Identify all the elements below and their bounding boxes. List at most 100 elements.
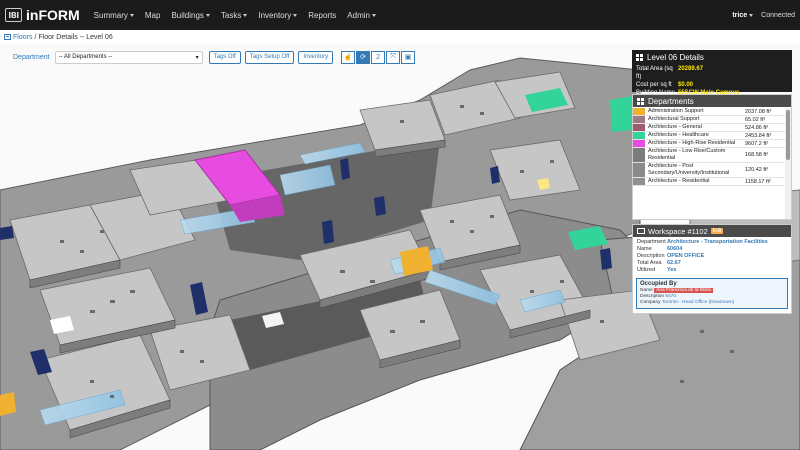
level-key: Total Area (sq ft) [636, 66, 673, 80]
ws-value: 62.67 [667, 260, 681, 266]
department-swatch [633, 163, 645, 177]
departments-panel: Departments Administration Support 2037.0… [632, 94, 792, 220]
dept-healthcare-3 [610, 96, 632, 132]
department-row[interactable]: Architecture - Post Secondary/University… [633, 163, 785, 178]
occupant-name[interactable]: Ana Francisca de la Mora [654, 288, 713, 293]
chevron-down-icon [371, 13, 376, 17]
ws-key: Department [637, 239, 666, 245]
department-row[interactable]: Architecture - General 524.86 ft² [633, 124, 785, 132]
connection-status: Connected [761, 11, 795, 19]
nav-reports[interactable]: Reports [308, 11, 336, 20]
department-swatch [633, 140, 645, 147]
chevron-down-icon [129, 13, 134, 17]
chevron-down-icon: ▾ [195, 54, 199, 61]
user-menu[interactable]: trice [732, 12, 754, 19]
workspace-title: Workspace #1102 [648, 226, 708, 236]
occupant-company-key: Company [640, 300, 661, 305]
nav-tasks-label: Tasks [220, 10, 242, 20]
fit-icon[interactable]: ⤧ [386, 50, 401, 64]
workspace-body: Department Architecture - Transportation … [633, 237, 791, 276]
ws-row-total-area: Total Area 62.67 [637, 260, 787, 267]
nav-buildings-label: Buildings [171, 10, 204, 20]
department-row[interactable]: Architecture - Low Rise/Custom Residenti… [633, 148, 785, 163]
occupied-by-box: Occupied By Name Ana Francisca de la Mor… [636, 278, 788, 309]
level-row-area: Total Area (sq ft) 20289.67 [632, 65, 792, 81]
department-swatch [633, 148, 645, 162]
occupied-by-title: Occupied By [640, 281, 677, 287]
grid-icon [637, 97, 644, 105]
inventory-button[interactable]: Inventory [298, 50, 334, 64]
ws-key: Utilized [637, 267, 656, 273]
department-swatch [633, 108, 645, 115]
department-select-value: -- All Departments -- [58, 54, 113, 60]
nav-tasks[interactable]: Tasks [220, 10, 248, 20]
rotate-icon[interactable]: ⟳ [356, 50, 371, 64]
tags-setup-off-button[interactable]: Tags Setup Off [244, 50, 295, 64]
department-area: 2037.08 ft² [745, 108, 772, 115]
level-value: $0.00 [678, 82, 694, 88]
level-row-cost: Cost per sq ft $0.00 [632, 81, 792, 89]
department-name: Architecture - Healthcare [648, 132, 709, 138]
save-icon[interactable]: ▣ [401, 50, 416, 64]
departments-scrollbar[interactable] [785, 108, 791, 219]
nav-right: trice Connected [732, 0, 795, 30]
monitor-icon [637, 228, 645, 234]
department-area: 9607.2 ft² [745, 140, 769, 147]
department-area: 65.02 ft² [745, 116, 766, 123]
department-row[interactable]: Administration Support 2037.08 ft² [633, 108, 785, 116]
department-area: 2453.84 ft² [745, 132, 772, 139]
ws-key: Name [637, 246, 652, 252]
department-row[interactable]: Architecture - High-Rise Residential 9607… [633, 140, 785, 148]
nav-map[interactable]: Map [145, 11, 161, 20]
ws-value: 60604 [667, 246, 683, 252]
ws-row-name: Name 60604 [637, 246, 787, 253]
nav-map-label: Map [144, 10, 161, 20]
nav-inventory[interactable]: Inventory [258, 11, 298, 20]
floors-icon [4, 34, 11, 40]
breadcrumb-floors-link[interactable]: Floors [13, 34, 32, 41]
occupant-company-row: Company Toronto - Head Office (Downtown) [640, 300, 784, 306]
nav-admin[interactable]: Admin [347, 11, 376, 20]
workspace-panel: Workspace #1102 Edit Department Architect… [632, 224, 792, 314]
occupant-name-key: Name [640, 288, 653, 293]
nav-summary-label: Summary [93, 10, 128, 20]
ws-key: Total Area [637, 260, 662, 266]
department-row[interactable]: Architectural Support 65.02 ft² [633, 116, 785, 124]
ws-key: Description [637, 253, 665, 259]
department-swatch [633, 116, 645, 123]
department-name: Architecture - Post Secondary/University… [648, 163, 730, 176]
department-name: Architecture - Low Rise/Custom Residenti… [648, 148, 726, 161]
nav-buildings[interactable]: Buildings [171, 10, 210, 20]
occupant-company[interactable]: Toronto - Head Office (Downtown) [662, 300, 734, 305]
department-select[interactable]: -- All Departments -- ▾ [54, 50, 203, 64]
brand[interactable]: IBI inFORM [5, 7, 80, 23]
2d-icon[interactable]: 2 [371, 50, 386, 64]
breadcrumb-separator: / [34, 33, 37, 41]
viewer-toolbar: Department -- All Departments -- ▾ Tags … [13, 50, 416, 64]
department-area: 1158.17 ft² [745, 178, 771, 185]
department-row[interactable]: Architecture - Healthcare 2453.84 ft² [633, 132, 785, 140]
department-name: Architecture - Residential [648, 178, 710, 184]
top-navbar: IBI inFORM Summary Map Buildings Tasks I… [0, 0, 800, 30]
nav-summary[interactable]: Summary [94, 11, 134, 20]
hand-icon[interactable]: ☝ [341, 50, 356, 64]
departments-header: Departments [633, 95, 791, 107]
department-label: Department [13, 53, 50, 61]
department-name: Administration Support [648, 108, 704, 114]
grid-icon [636, 54, 643, 61]
workspace-header: Workspace #1102 Edit [633, 225, 791, 237]
level-value: 20289.67 [678, 66, 704, 72]
occupant-desc-key: Description [640, 294, 664, 299]
breadcrumb: Floors / Floor Details -- Level 06 [4, 32, 113, 42]
ws-row-utilized: Utilized Yes [637, 267, 787, 274]
department-name: Architecture - General [648, 124, 702, 130]
scrollbar-thumb[interactable] [786, 110, 790, 160]
level-details-title: Level 06 Details [647, 53, 704, 62]
department-row[interactable]: Architecture - Residential 1158.17 ft² [633, 178, 785, 186]
ws-value: Yes [667, 267, 677, 273]
tags-off-button[interactable]: Tags Off [208, 50, 241, 64]
department-swatch [633, 178, 645, 185]
occupant-desc: 6470 [665, 294, 677, 299]
edit-button[interactable]: Edit [710, 228, 724, 234]
department-area: 524.86 ft² [745, 124, 769, 131]
